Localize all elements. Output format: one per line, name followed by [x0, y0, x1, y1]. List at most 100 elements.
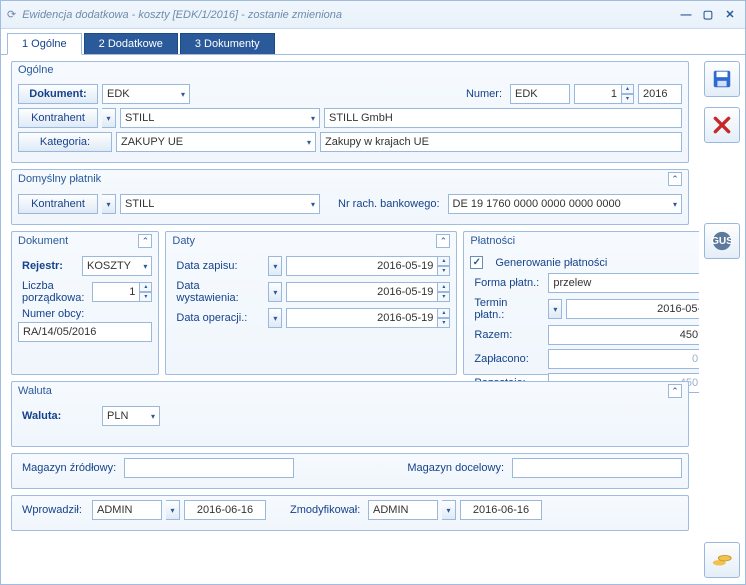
kategoria-combo[interactable]: ZAKUPY UE▾	[116, 132, 316, 152]
termin-value[interactable]	[566, 299, 699, 319]
general-panel: Ogólne Dokument: EDK▾ Numer: ▴▾	[11, 61, 689, 163]
maximize-button[interactable]: ▢	[699, 6, 717, 24]
termin-label: Termin płatn.:	[470, 297, 544, 321]
forma-label: Forma płatn.:	[470, 277, 544, 289]
currency-combo[interactable]: PLN▾	[102, 406, 160, 426]
svg-text:GUS: GUS	[711, 236, 733, 247]
oper-spinner[interactable]: ▴▾	[438, 308, 450, 328]
app-icon: ⟳	[7, 8, 16, 21]
obcy-label: Numer obcy:	[18, 308, 88, 320]
close-button[interactable]: ✕	[721, 6, 739, 24]
close-icon	[712, 115, 732, 135]
zapisu-cal-dd[interactable]	[268, 256, 282, 276]
wyst-value[interactable]	[286, 282, 438, 302]
payer-kontrahent-value: STILL	[125, 198, 154, 210]
dokument-label-button[interactable]: Dokument:	[18, 84, 98, 104]
mag-src-label: Magazyn źródłowy:	[18, 462, 120, 474]
payer-kontrahent-label-button[interactable]: Kontrahent	[18, 194, 98, 214]
payer-header: Domyślny płatnik	[18, 173, 101, 185]
created-by	[92, 500, 162, 520]
bank-value: DE 19 1760 0000 0000 0000 0000	[453, 198, 621, 210]
zap-label: Zapłacono:	[470, 353, 544, 365]
rejestr-combo[interactable]: KOSZTY▾	[82, 256, 152, 276]
modified-dd[interactable]	[442, 500, 456, 520]
gus-icon: GUS	[711, 230, 733, 252]
bank-label: Nr rach. bankowego:	[334, 198, 444, 210]
zapisu-spinner[interactable]: ▴▾	[438, 256, 450, 276]
wyst-cal-dd[interactable]	[268, 282, 282, 302]
save-button[interactable]	[704, 61, 740, 97]
mag-src-input[interactable]	[124, 458, 294, 478]
gus-button[interactable]: GUS	[704, 223, 740, 259]
window-title: Ewidencja dodatkowa - koszty [EDK/1/2016…	[22, 9, 673, 21]
currency-collapse-icon[interactable]: ⌃	[668, 384, 682, 398]
kontrahent-type-dd[interactable]	[102, 108, 116, 128]
numer-year	[638, 84, 682, 104]
kontrahent-value: STILL	[125, 112, 154, 124]
window: ⟳ Ewidencja dodatkowa - koszty [EDK/1/20…	[0, 0, 746, 585]
payer-collapse-icon[interactable]: ⌃	[668, 172, 682, 186]
payments-header: Płatności	[470, 235, 515, 247]
tab-additional[interactable]: 2 Dodatkowe	[84, 33, 178, 55]
payer-kontrahent-type-dd[interactable]	[102, 194, 116, 214]
oper-label: Data operacji.:	[172, 312, 264, 324]
cancel-button[interactable]	[704, 107, 740, 143]
numer-value[interactable]	[574, 84, 622, 104]
payer-kontrahent-combo[interactable]: STILL▾	[120, 194, 320, 214]
kategoria-label-button[interactable]: Kategoria:	[18, 132, 112, 152]
created-dd[interactable]	[166, 500, 180, 520]
razem-value[interactable]	[548, 325, 699, 345]
forma-combo[interactable]: przelew▾	[548, 273, 699, 293]
wyst-spinner[interactable]: ▴▾	[438, 282, 450, 302]
currency-header: Waluta	[18, 385, 52, 397]
gen-checkbox[interactable]	[470, 256, 483, 269]
mag-panel: Magazyn źródłowy: Magazyn docelowy:	[11, 453, 689, 489]
minimize-button[interactable]: —	[677, 6, 695, 24]
dates-header: Daty	[172, 235, 195, 247]
kontrahent-name	[324, 108, 682, 128]
dates-panel: Daty ⌃ Data zapisu: ▴▾	[165, 231, 457, 375]
numer-spinner[interactable]: ▴▾	[622, 84, 634, 104]
oper-value[interactable]	[286, 308, 438, 328]
document-collapse-icon[interactable]: ⌃	[138, 234, 152, 248]
dokument-value: EDK	[107, 88, 130, 100]
bank-combo[interactable]: DE 19 1760 0000 0000 0000 0000▾	[448, 194, 683, 214]
numer-prefix	[510, 84, 570, 104]
created-on	[184, 500, 266, 520]
wyst-label: Data wystawienia:	[172, 280, 264, 304]
created-label: Wprowadził:	[18, 504, 88, 516]
tab-general[interactable]: 1 Ogólne	[7, 33, 82, 55]
razem-label: Razem:	[470, 329, 544, 341]
titlebar: ⟳ Ewidencja dodatkowa - koszty [EDK/1/20…	[1, 1, 745, 29]
forma-value: przelew	[553, 277, 591, 289]
mag-dst-input[interactable]	[512, 458, 682, 478]
lp-value[interactable]	[92, 282, 140, 302]
mag-dst-label: Magazyn docelowy:	[403, 462, 508, 474]
modified-on	[460, 500, 542, 520]
obcy-value[interactable]	[18, 322, 152, 342]
termin-cal-dd[interactable]	[548, 299, 562, 319]
document-panel: Dokument ⌃ Rejestr: KOSZTY▾ Liczba porzą…	[11, 231, 159, 375]
payer-panel: Domyślny płatnik ⌃ Kontrahent STILL▾ Nr …	[11, 169, 689, 225]
dates-collapse-icon[interactable]: ⌃	[436, 234, 450, 248]
kontrahent-combo[interactable]: STILL▾	[120, 108, 320, 128]
audit-panel: Wprowadził: Zmodyfikował:	[11, 495, 689, 531]
general-header: Ogólne	[18, 64, 53, 76]
oper-cal-dd[interactable]	[268, 308, 282, 328]
tab-documents[interactable]: 3 Dokumenty	[180, 33, 275, 55]
kategoria-desc[interactable]	[320, 132, 682, 152]
lp-spinner[interactable]: ▴▾	[140, 282, 152, 302]
currency-label: Waluta:	[18, 410, 98, 422]
dokument-combo[interactable]: EDK▾	[102, 84, 190, 104]
gen-label: Generowanie płatności	[491, 257, 611, 269]
coins-icon	[711, 549, 733, 571]
kontrahent-label-button[interactable]: Kontrahent	[18, 108, 98, 128]
action-bar: GUS	[699, 55, 745, 584]
numer-label: Numer:	[462, 88, 506, 100]
tabs: 1 Ogólne 2 Dodatkowe 3 Dokumenty	[1, 29, 745, 55]
zapisu-label: Data zapisu:	[172, 260, 264, 272]
zapisu-value[interactable]	[286, 256, 438, 276]
rejestr-value: KOSZTY	[87, 260, 131, 272]
lp-label: Liczba porządkowa:	[18, 280, 88, 304]
money-button[interactable]	[704, 542, 740, 578]
